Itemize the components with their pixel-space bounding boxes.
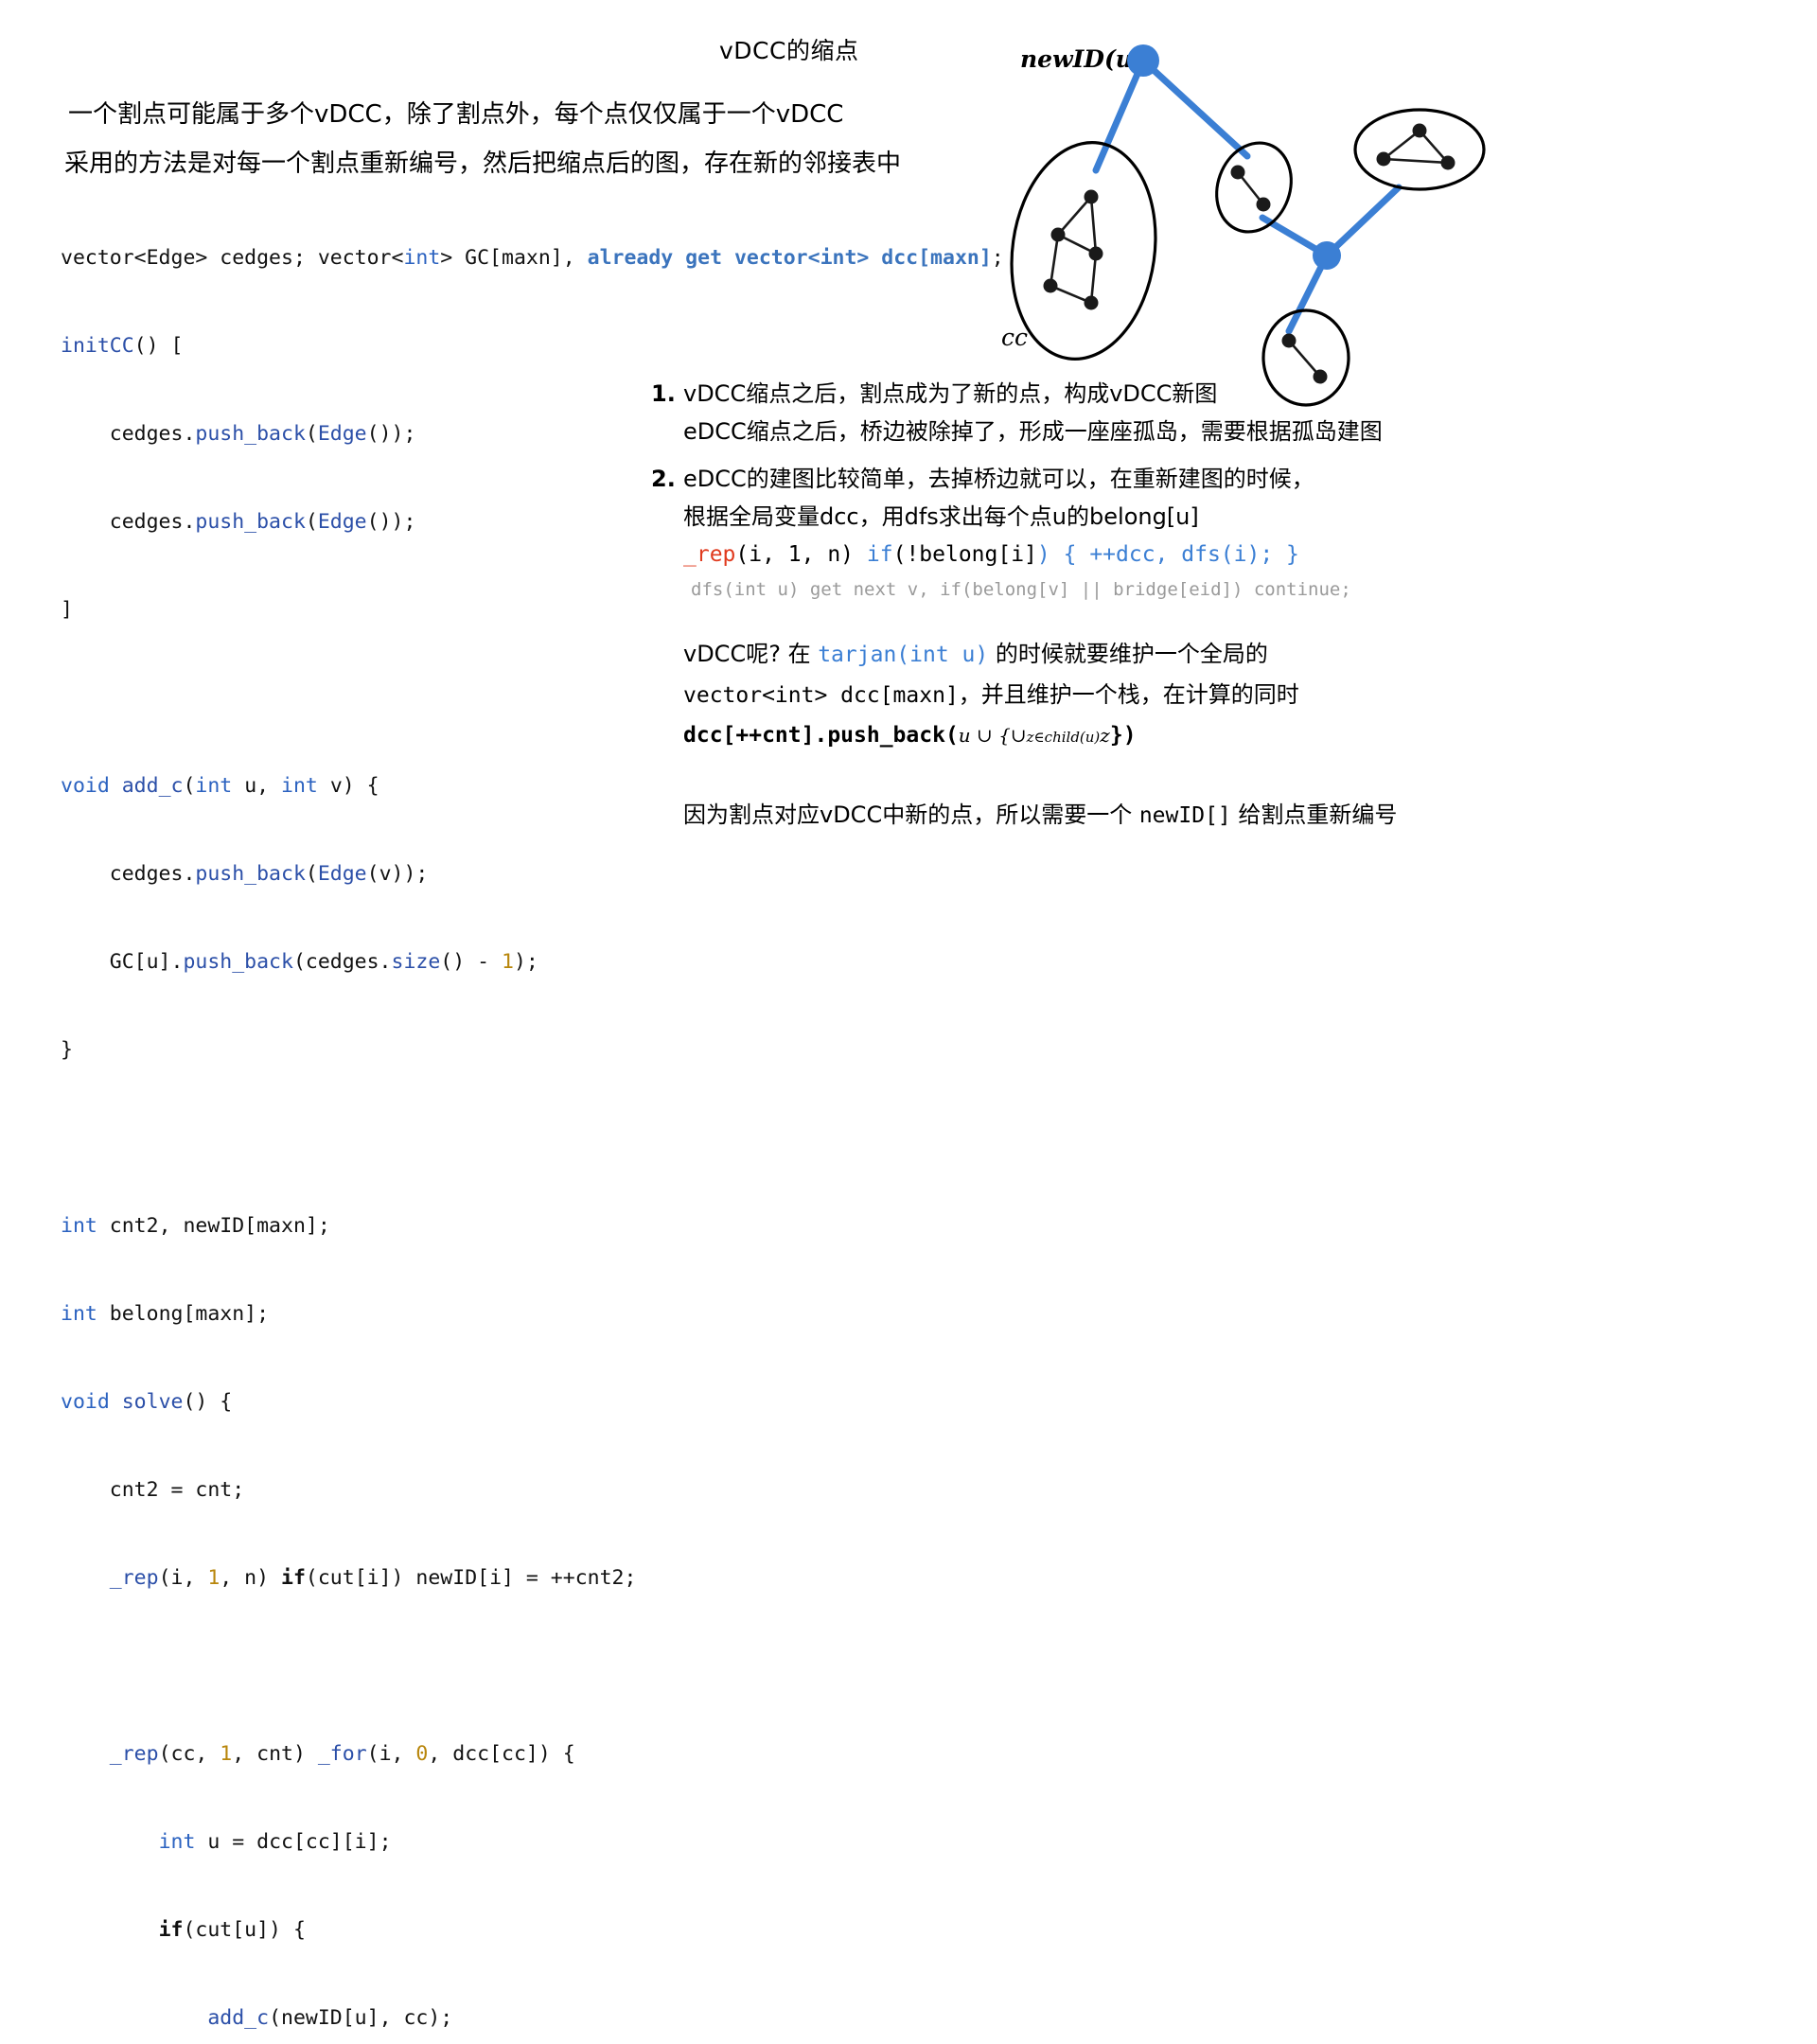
tr-vertex-1 <box>1376 151 1391 167</box>
note-2-code-line: _rep(i, 1, n) if(!belong[i]) { ++dcc, df… <box>683 536 1427 573</box>
code-line: int u = dcc[cc][i]; <box>158 1830 392 1854</box>
note-2-line-2: 根据全局变量dcc，用dfs求出每个点u的belong[u] <box>683 503 1199 530</box>
dcc-decl: vector<int> dcc[maxn] <box>683 683 959 708</box>
cc-large-ellipse <box>1010 141 1157 361</box>
top-right-ellipse <box>1353 108 1486 191</box>
formula-tail: }) <box>1109 723 1137 748</box>
blue-edges-group <box>1092 57 1402 335</box>
notes-panel: 1. vDCC缩点之后，割点成为了新的点，构成vDCC新图 eDCC缩点之后，桥… <box>651 375 1427 836</box>
formula-union: ∪ {∪ <box>970 724 1027 747</box>
note-2-body: eDCC的建图比较简单，去掉桥边就可以，在重新建图的时候， 根据全局变量dcc，… <box>683 460 1427 836</box>
code-line: initCC() [ <box>61 334 184 358</box>
code-line: _rep(cc, 1, cnt) _for(i, 0, dcc[cc]) { <box>109 1742 575 1766</box>
bot-vertex-1 <box>1281 333 1297 348</box>
vdcc-graph-diagram <box>1010 44 1486 407</box>
formula-u: u <box>958 724 971 747</box>
mid-vertex-1 <box>1230 165 1245 180</box>
edge-newid-to-cc <box>1092 57 1147 174</box>
formula-head: dcc[++cnt].push_back( <box>683 723 959 748</box>
slide-page: vDCC的缩点 一个割点可能属于多个vDCC，除了割点外，每个点仅仅属于一个vD… <box>0 0 1817 2030</box>
cc-vertex-1 <box>1084 189 1099 204</box>
code-line: _rep(i, 1, n) if(cut[i]) newID[i] = ++cn… <box>109 1566 637 1590</box>
code-line: GC[u].push_back(cedges.size() - 1); <box>61 950 538 974</box>
sp <box>1050 542 1064 567</box>
middle-small-ellipse <box>1215 141 1293 234</box>
code-line: int cnt2, newID[maxn]; <box>61 1214 330 1238</box>
code-line: } <box>61 1038 73 1062</box>
vdcc-line-2-b: ，并且维护一个栈，在计算的同时 <box>958 681 1299 708</box>
dcc-push-back-formula: dcc[++cnt].push_back(u ∪ {∪z∈child(u)z}) <box>683 715 1427 757</box>
cc-vertex-5 <box>1084 295 1099 310</box>
vdcc-line-2: vector<int> dcc[maxn]，并且维护一个栈，在计算的同时 <box>683 675 1427 715</box>
bot-edge-1 <box>1288 340 1321 378</box>
belong-cond: (!belong[i] <box>892 542 1037 567</box>
bot-vertex-2 <box>1313 369 1328 384</box>
note-2-line-1: eDCC的建图比较简单，去掉桥边就可以，在重新建图的时候， <box>683 466 1314 492</box>
note-1-line-2: eDCC缩点之后，桥边被除掉了，形成一座座孤岛，需要根据孤岛建图 <box>683 418 1383 445</box>
cc-edge-4 <box>1049 234 1060 287</box>
dfs-hint-line: dfs(int u) get next v, if(belong[v] || b… <box>691 579 1351 600</box>
junction-node <box>1313 241 1341 270</box>
cc-edge-1 <box>1057 196 1092 236</box>
vdcc-line-1-b: 的时候就要维护一个全局的 <box>988 641 1268 667</box>
formula-subscript: z∈child(u) <box>1026 729 1101 746</box>
last-paragraph: 因为割点对应vDCC中新的点，所以需要一个 newID[] 给割点重新编号 <box>683 795 1427 836</box>
tr-edge-3 <box>1383 157 1449 165</box>
formula-z: z <box>1100 724 1110 747</box>
vdcc-line-1-a: vDCC呢? 在 <box>683 641 819 667</box>
intro-line-1: 一个割点可能属于多个vDCC，除了割点外，每个点仅仅属于一个vDCC <box>68 100 844 129</box>
last-para-a: 因为割点对应vDCC中新的点，所以需要一个 <box>683 802 1139 828</box>
mid-vertex-2 <box>1256 197 1271 212</box>
cc-edge-5 <box>1089 253 1098 304</box>
black-vertices-group <box>1043 123 1455 384</box>
tr-vertex-2 <box>1412 123 1427 138</box>
rep-macro-token: _rep <box>683 542 736 567</box>
code-line: void solve() { <box>61 1390 233 1414</box>
brace-block: { ++dcc, dfs(i); } <box>1063 542 1299 567</box>
cc-vertex-4 <box>1043 278 1058 293</box>
note-1-number: 1. <box>651 380 676 407</box>
newid-u-node <box>1127 44 1159 77</box>
vdcc-line-1: vDCC呢? 在 tarjan(int u) 的时候就要维护一个全局的 <box>683 634 1427 675</box>
last-para-b: 给割点重新编号 <box>1230 802 1398 828</box>
rep-args: (i, 1, n) <box>735 542 867 567</box>
note-item-2: 2. eDCC的建图比较简单，去掉桥边就可以，在重新建图的时候， 根据全局变量d… <box>651 460 1427 836</box>
intro-line-2: 采用的方法是对每一个割点重新编号，然后把缩点后的图，存在新的邻接表中 <box>64 150 902 178</box>
close-paren: ) <box>1036 542 1050 567</box>
newid-token: newID[] <box>1138 803 1231 828</box>
tarjan-signature: tarjan(int u) <box>818 643 989 667</box>
cc-vertex-3 <box>1088 246 1103 261</box>
internal-edges-group <box>1049 129 1449 378</box>
tr-vertex-3 <box>1440 155 1455 170</box>
vdcc-paragraph: vDCC呢? 在 tarjan(int u) 的时候就要维护一个全局的 vect… <box>683 634 1427 757</box>
cc-vertex-2 <box>1050 227 1066 242</box>
cc-edge-2 <box>1089 196 1098 255</box>
code-line: cnt2 = cnt; <box>61 1478 245 1502</box>
bottom-ellipse <box>1261 308 1350 407</box>
edge-newid-to-middle <box>1139 57 1251 160</box>
edge-junction-to-topright <box>1323 184 1402 259</box>
if-belong-token: if <box>866 542 893 567</box>
note-2-number: 2. <box>651 466 676 492</box>
code-line: if(cut[u]) { <box>158 1918 306 1942</box>
code-line: vector<Edge> cedges; vector<int> GC[maxn… <box>61 246 1004 270</box>
code-line: add_c(newID[u], cc); <box>207 2006 453 2030</box>
code-line: int belong[maxn]; <box>61 1302 270 1326</box>
code-line: cedges.push_back(Edge(v)); <box>61 862 429 886</box>
